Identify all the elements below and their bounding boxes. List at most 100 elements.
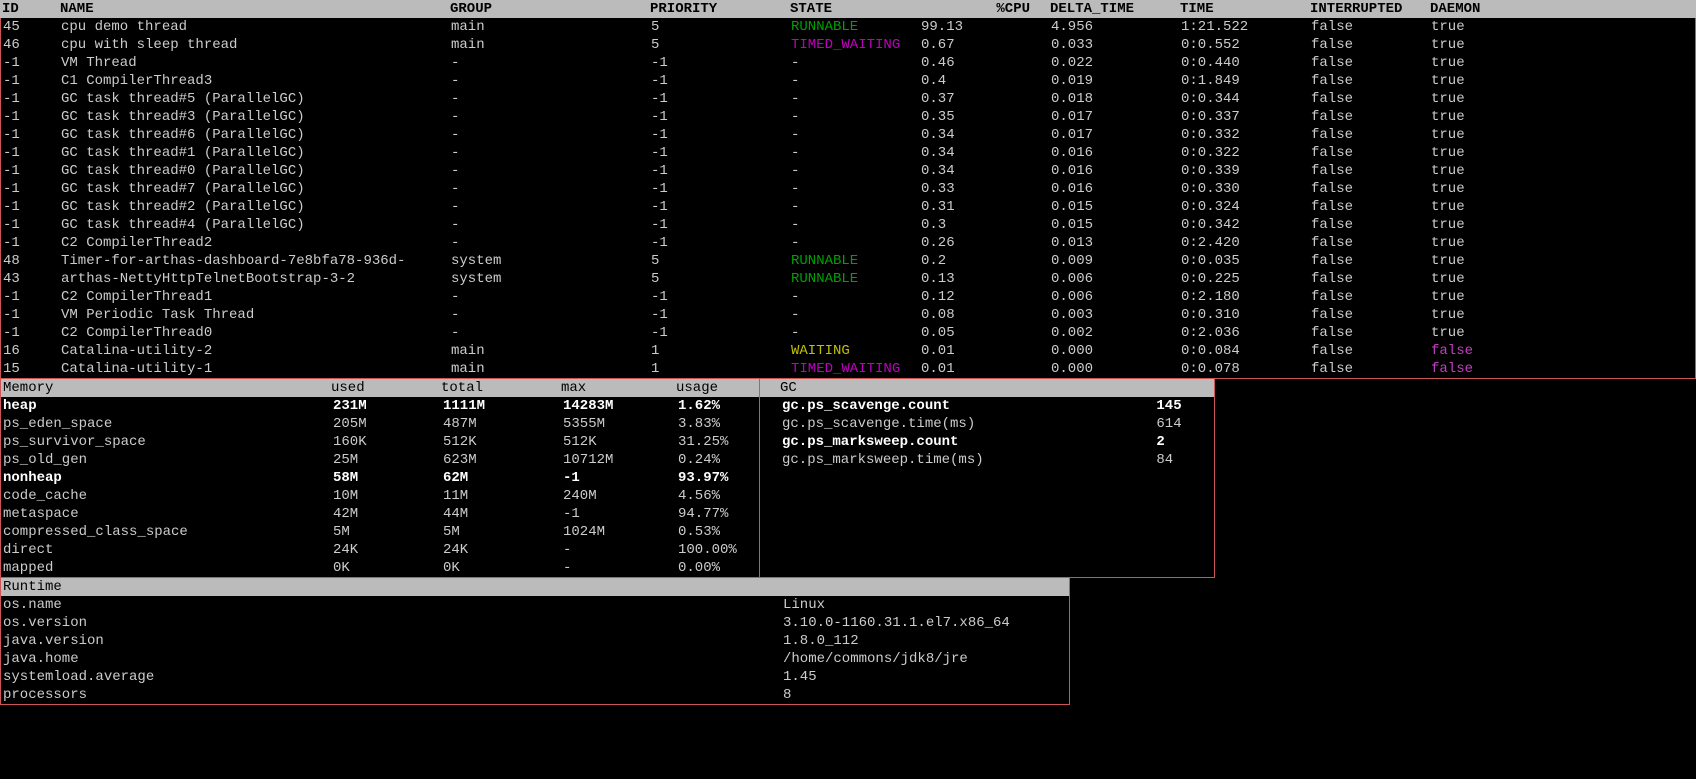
cell-state: - <box>791 306 921 324</box>
memory-row: mapped0K0K-0.00% <box>1 559 759 577</box>
memory-row: ps_eden_space205M487M5355M3.83% <box>1 415 759 433</box>
cell-time: 1:21.522 <box>1181 18 1311 36</box>
cell-time: 0:2.420 <box>1181 234 1311 252</box>
cell-delta: 4.956 <box>1051 18 1181 36</box>
runtime-name: os.version <box>3 614 783 632</box>
runtime-header: Runtime <box>1 578 1069 596</box>
cell-cpu: 0.13 <box>921 270 1051 288</box>
memory-usage: 3.83% <box>678 415 758 433</box>
cell-state: - <box>791 54 921 72</box>
cell-group: - <box>451 180 651 198</box>
thread-row: 45cpu demo threadmain5RUNNABLE99.134.956… <box>1 18 1695 36</box>
header-interrupted: INTERRUPTED <box>1310 0 1430 18</box>
cell-priority: -1 <box>651 306 791 324</box>
memory-name: code_cache <box>3 487 333 505</box>
cell-delta: 0.009 <box>1051 252 1181 270</box>
cell-name: VM Periodic Task Thread <box>61 306 451 324</box>
cell-state: - <box>791 180 921 198</box>
thread-row: 48Timer-for-arthas-dashboard-7e8bfa78-93… <box>1 252 1695 270</box>
runtime-row: systemload.average1.45 <box>1 668 1069 686</box>
cell-group: system <box>451 252 651 270</box>
gc-name: gc.ps_marksweep.count <box>782 433 1156 451</box>
runtime-row: processors8 <box>1 686 1069 704</box>
thread-table-header: ID NAME GROUP PRIORITY STATE %CPU DELTA_… <box>0 0 1696 18</box>
thread-row: -1GC task thread#5 (ParallelGC)--1-0.370… <box>1 90 1695 108</box>
memory-max: - <box>563 541 678 559</box>
memory-total: 487M <box>443 415 563 433</box>
memory-total: 11M <box>443 487 563 505</box>
runtime-value: Linux <box>783 596 1069 614</box>
cell-priority: -1 <box>651 72 791 90</box>
memory-total: 5M <box>443 523 563 541</box>
cell-interrupted: false <box>1311 18 1431 36</box>
memory-used: 0K <box>333 559 443 577</box>
cell-interrupted: false <box>1311 270 1431 288</box>
cell-name: GC task thread#0 (ParallelGC) <box>61 162 451 180</box>
thread-row: 16Catalina-utility-2main1WAITING0.010.00… <box>1 342 1695 360</box>
memory-used: 231M <box>333 397 443 415</box>
cell-time: 0:0.337 <box>1181 108 1311 126</box>
memory-panel: Memory used total max usage heap231M1111… <box>0 379 760 578</box>
memory-usage: 31.25% <box>678 433 758 451</box>
thread-row: -1C1 CompilerThread3--1-0.40.0190:1.849f… <box>1 72 1695 90</box>
memory-gc-area: Memory used total max usage heap231M1111… <box>0 379 1696 578</box>
cell-delta: 0.016 <box>1051 144 1181 162</box>
cell-group: system <box>451 270 651 288</box>
cell-interrupted: false <box>1311 126 1431 144</box>
cell-time: 0:0.078 <box>1181 360 1311 378</box>
cell-time: 0:0.440 <box>1181 54 1311 72</box>
cell-interrupted: false <box>1311 216 1431 234</box>
cell-daemon: true <box>1431 36 1531 54</box>
gc-row: gc.ps_scavenge.count145 <box>780 397 1214 415</box>
runtime-row: java.version1.8.0_112 <box>1 632 1069 650</box>
cell-priority: -1 <box>651 126 791 144</box>
cell-cpu: 0.33 <box>921 180 1051 198</box>
runtime-name: os.name <box>3 596 783 614</box>
cell-id: -1 <box>1 90 61 108</box>
cell-id: -1 <box>1 108 61 126</box>
cell-cpu: 0.34 <box>921 126 1051 144</box>
cell-priority: -1 <box>651 216 791 234</box>
cell-priority: 1 <box>651 342 791 360</box>
cell-group: - <box>451 54 651 72</box>
thread-row: 46cpu with sleep threadmain5TIMED_WAITIN… <box>1 36 1695 54</box>
memory-title: Memory <box>1 379 331 397</box>
memory-usage: 0.53% <box>678 523 758 541</box>
gc-value: 2 <box>1156 433 1214 451</box>
cell-id: -1 <box>1 162 61 180</box>
cell-name: cpu with sleep thread <box>61 36 451 54</box>
memory-name: mapped <box>3 559 333 577</box>
cell-daemon: true <box>1431 252 1531 270</box>
cell-state: WAITING <box>791 342 921 360</box>
cell-daemon: true <box>1431 162 1531 180</box>
cell-group: - <box>451 108 651 126</box>
cell-time: 0:1.849 <box>1181 72 1311 90</box>
cell-delta: 0.000 <box>1051 342 1181 360</box>
cell-daemon: true <box>1431 18 1531 36</box>
cell-name: Catalina-utility-1 <box>61 360 451 378</box>
runtime-name: processors <box>3 686 783 704</box>
cell-group: main <box>451 18 651 36</box>
runtime-value: 3.10.0-1160.31.1.el7.x86_64 <box>783 614 1069 632</box>
memory-total: 512K <box>443 433 563 451</box>
cell-cpu: 0.34 <box>921 144 1051 162</box>
cell-id: 16 <box>1 342 61 360</box>
cell-group: - <box>451 72 651 90</box>
cell-name: cpu demo thread <box>61 18 451 36</box>
memory-used: 160K <box>333 433 443 451</box>
cell-interrupted: false <box>1311 108 1431 126</box>
cell-interrupted: false <box>1311 324 1431 342</box>
cell-group: - <box>451 216 651 234</box>
cell-id: -1 <box>1 234 61 252</box>
cell-group: - <box>451 288 651 306</box>
cell-id: -1 <box>1 144 61 162</box>
cell-daemon: true <box>1431 54 1531 72</box>
memory-total: 24K <box>443 541 563 559</box>
cell-name: GC task thread#2 (ParallelGC) <box>61 198 451 216</box>
cell-time: 0:2.036 <box>1181 324 1311 342</box>
runtime-title: Runtime <box>3 578 62 596</box>
cell-group: - <box>451 234 651 252</box>
cell-group: - <box>451 306 651 324</box>
cell-priority: -1 <box>651 54 791 72</box>
cell-interrupted: false <box>1311 180 1431 198</box>
